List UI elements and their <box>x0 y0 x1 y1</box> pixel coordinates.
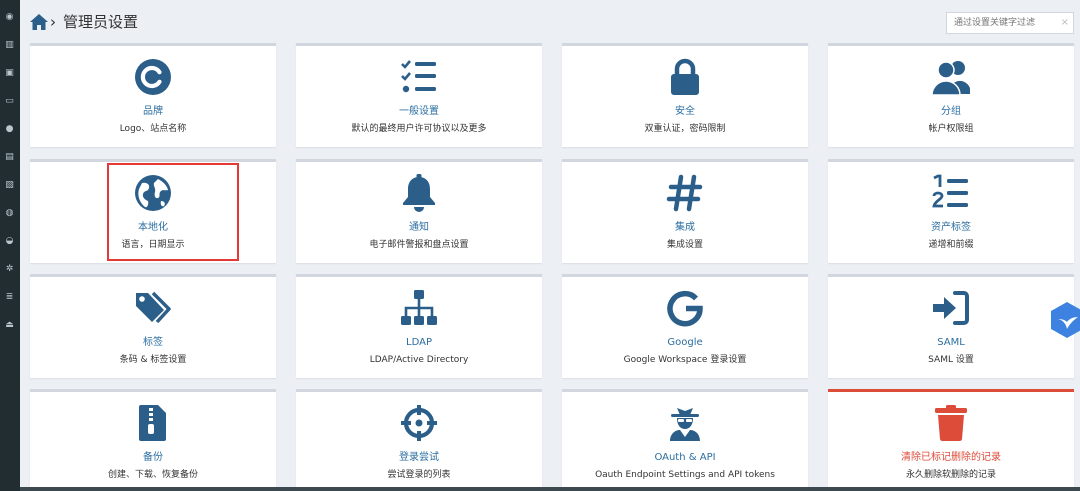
list-check-icon <box>400 58 438 96</box>
card-subtitle: Logo、站点名称 <box>119 124 187 134</box>
barcode-icon[interactable]: ▥ <box>3 40 16 51</box>
settings-card-google[interactable]: Google Google Workspace 登录设置 <box>562 274 808 378</box>
component-icon[interactable]: ▤ <box>3 152 16 163</box>
hashtag-icon <box>666 174 704 212</box>
card-subtitle: 创建、下载、恢复备份 <box>107 470 198 480</box>
settings-card-asset-tags[interactable]: 资产标签 递增和前缀 <box>828 159 1074 263</box>
card-title: 品牌 <box>143 106 163 117</box>
settings-card-general[interactable]: 一般设置 默认的最终用户许可协议以及更多 <box>296 43 542 147</box>
main-content: › 管理员设置 × 品牌 Logo、站点名称 一般设置 默认的最终用户许可协议以… <box>20 0 1080 491</box>
breadcrumb-chevron-icon: › <box>50 13 56 31</box>
card-title: 集成 <box>675 222 695 233</box>
card-title: 安全 <box>675 106 695 117</box>
consumable-icon[interactable]: ● <box>3 124 16 135</box>
card-title: LDAP <box>406 337 432 348</box>
lock-icon <box>666 58 704 96</box>
user-secret-icon <box>666 404 704 442</box>
settings-filter: × <box>946 12 1074 34</box>
card-title: Google <box>667 337 703 348</box>
globe-icon <box>134 174 172 212</box>
dashboard-icon[interactable]: ◉ <box>3 12 16 23</box>
card-subtitle: 帐户权限组 <box>928 124 974 134</box>
card-subtitle: 递增和前缀 <box>928 240 974 250</box>
settings-card-security[interactable]: 安全 双重认证，密码限制 <box>562 43 808 147</box>
bottom-bar <box>20 487 1080 491</box>
users-icon[interactable]: ◍ <box>3 208 16 219</box>
sidebar: ◉ ▥ ▣ ▭ ● ▤ ▧ ◍ ◒ ✲ ≣ ⏏ <box>0 0 20 491</box>
settings-card-integrations[interactable]: 集成 集成设置 <box>562 159 808 263</box>
license-icon[interactable]: ▣ <box>3 68 16 79</box>
card-title: 通知 <box>409 222 429 233</box>
copyright-icon <box>134 58 172 96</box>
card-subtitle: 集成设置 <box>666 240 703 250</box>
filter-input[interactable] <box>947 13 1057 33</box>
card-subtitle: Google Workspace 登录设置 <box>623 355 747 365</box>
card-subtitle: 永久删除软删除的记录 <box>905 470 996 480</box>
image-icon[interactable]: ▧ <box>3 180 16 191</box>
settings-icon[interactable]: ✲ <box>3 264 16 275</box>
card-title: 资产标签 <box>931 222 971 233</box>
settings-card-oauth-api[interactable]: OAuth & API Oauth Endpoint Settings and … <box>562 389 808 491</box>
card-subtitle: 语言，日期显示 <box>121 240 185 250</box>
page-title: 管理员设置 <box>63 13 139 31</box>
sitemap-icon <box>400 289 438 327</box>
sign-in-icon <box>932 289 970 327</box>
settings-card-labels[interactable]: 标签 条码 & 标签设置 <box>30 274 276 378</box>
google-icon <box>666 289 704 327</box>
card-subtitle: LDAP/Active Directory <box>369 355 469 365</box>
card-subtitle: 默认的最终用户许可协议以及更多 <box>351 124 487 134</box>
settings-card-localization[interactable]: 本地化 语言，日期显示 <box>30 159 276 263</box>
settings-card-backups[interactable]: 备份 创建、下载、恢复备份 <box>30 389 276 491</box>
crosshairs-icon <box>400 404 438 442</box>
card-subtitle: 电子邮件警报和盘点设置 <box>369 240 469 250</box>
download-icon[interactable]: ◒ <box>3 236 16 247</box>
card-subtitle: 尝试登录的列表 <box>387 470 451 480</box>
card-subtitle: 双重认证，密码限制 <box>644 124 726 134</box>
numbered-list-icon <box>932 174 970 212</box>
card-title: 备份 <box>143 452 163 463</box>
bell-icon <box>400 174 438 212</box>
card-subtitle: SAML 设置 <box>928 355 974 365</box>
trash-icon <box>932 404 970 442</box>
card-title: SAML <box>937 337 965 348</box>
card-subtitle: Oauth Endpoint Settings and API tokens <box>595 470 775 480</box>
card-title: 一般设置 <box>399 106 439 117</box>
card-subtitle: 条码 & 标签设置 <box>119 355 187 365</box>
keyboard-icon[interactable]: ▭ <box>3 96 16 107</box>
settings-card-ldap[interactable]: LDAP LDAP/Active Directory <box>296 274 542 378</box>
settings-card-purge-deleted[interactable]: 清除已标记删除的记录 永久删除软删除的记录 <box>828 389 1074 491</box>
card-title: 本地化 <box>138 222 168 233</box>
card-title: 分组 <box>941 106 961 117</box>
settings-card-branding[interactable]: 品牌 Logo、站点名称 <box>30 43 276 147</box>
settings-card-saml[interactable]: SAML SAML 设置 <box>828 274 1074 378</box>
card-title: 登录尝试 <box>399 452 439 463</box>
home-icon[interactable] <box>30 14 48 30</box>
settings-card-notifications[interactable]: 通知 电子邮件警报和盘点设置 <box>296 159 542 263</box>
users-icon <box>932 58 970 96</box>
page-header: › 管理员设置 × <box>20 0 1080 44</box>
tags-icon <box>134 289 172 327</box>
card-title: 清除已标记删除的记录 <box>901 452 1001 463</box>
report-icon[interactable]: ≣ <box>3 292 16 303</box>
eject-icon[interactable]: ⏏ <box>3 320 16 331</box>
floating-assistant-icon[interactable] <box>1050 302 1080 338</box>
file-zipper-icon <box>134 404 172 442</box>
card-title: OAuth & API <box>654 452 716 463</box>
settings-card-groups[interactable]: 分组 帐户权限组 <box>828 43 1074 147</box>
card-title: 标签 <box>143 337 163 348</box>
settings-card-login-attempts[interactable]: 登录尝试 尝试登录的列表 <box>296 389 542 491</box>
clear-filter-icon[interactable]: × <box>1061 16 1069 30</box>
